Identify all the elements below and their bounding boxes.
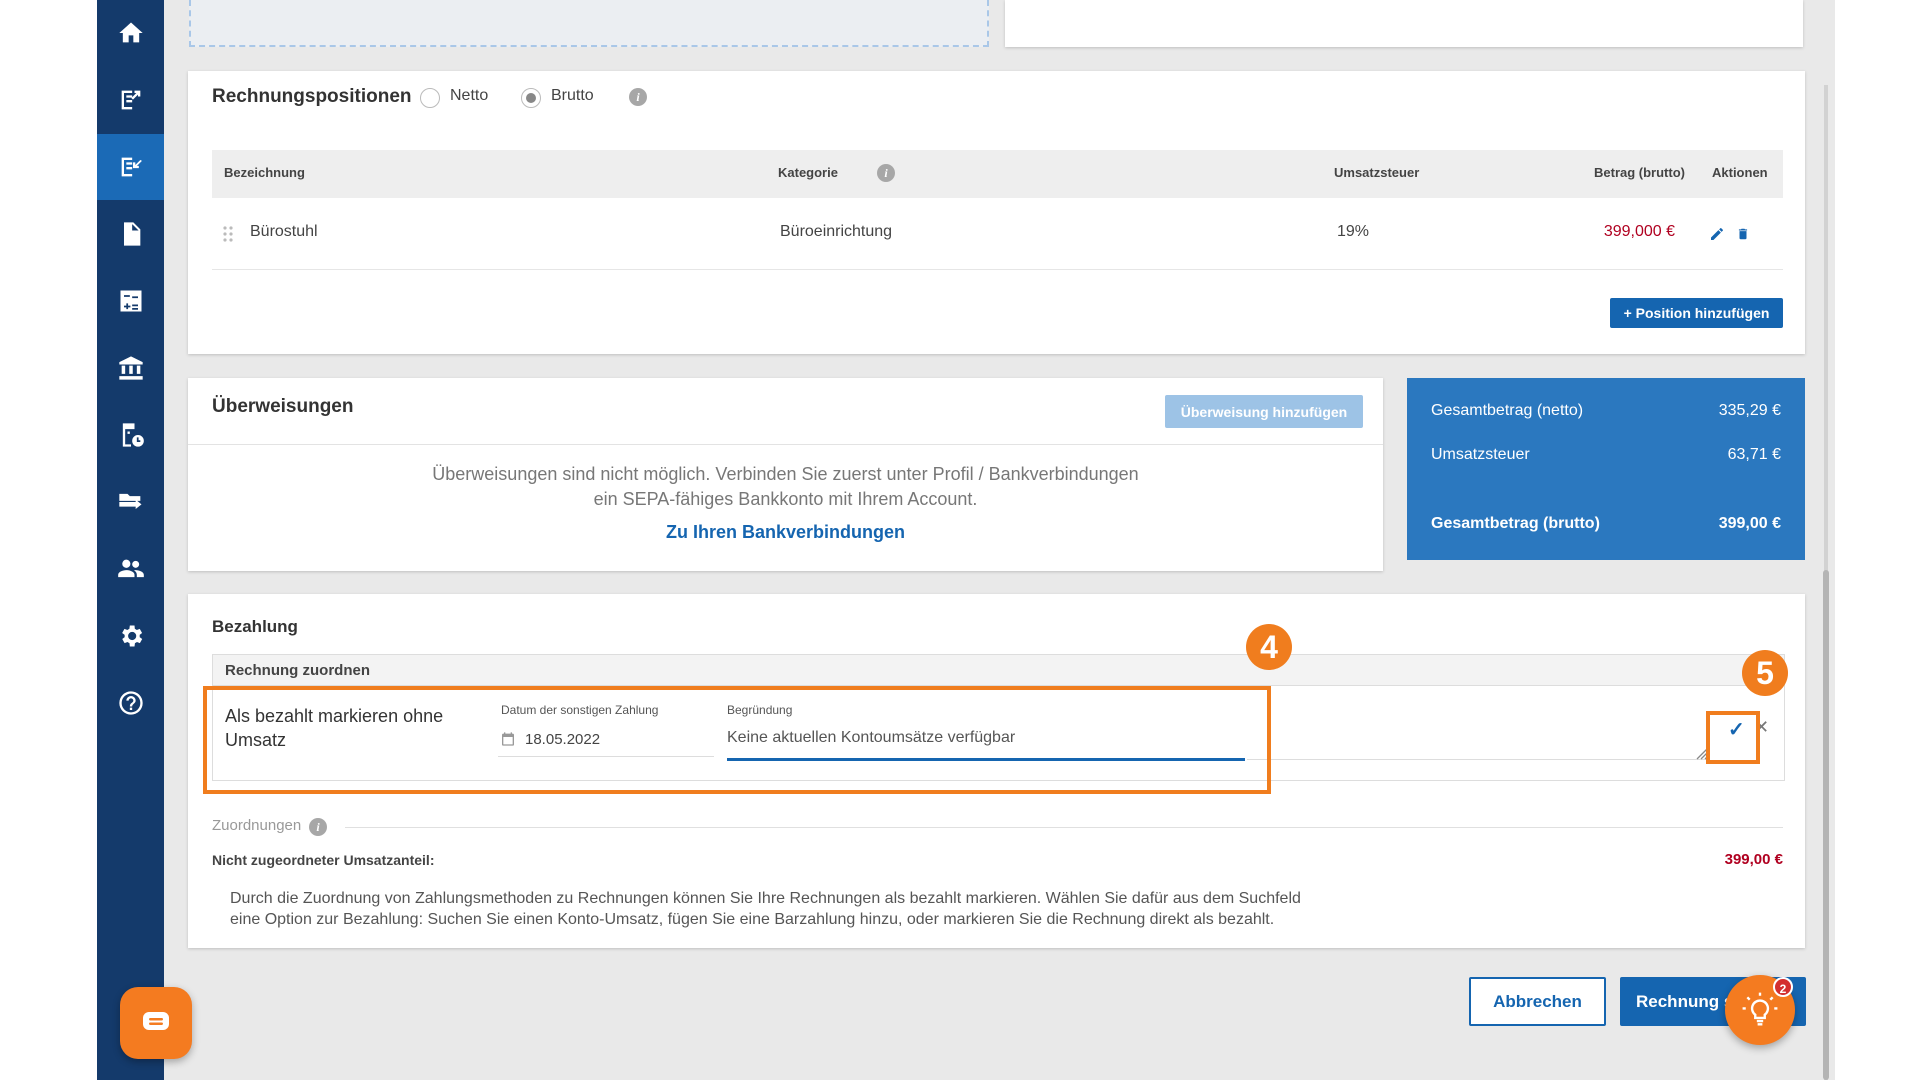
bank-icon — [118, 356, 143, 380]
notification-count-badge: 2 — [1773, 977, 1793, 997]
drag-handle-icon[interactable] — [223, 226, 233, 242]
info-icon[interactable]: i — [629, 88, 647, 106]
row-umsatzsteuer: 19% — [1337, 223, 1370, 240]
payment-title: Bezahlung — [212, 617, 298, 636]
sidebar-item-home[interactable] — [97, 0, 164, 66]
kategorie-info-icon[interactable]: i — [877, 164, 895, 182]
chat-button[interactable] — [120, 987, 192, 1059]
brutto-radio[interactable] — [521, 88, 541, 108]
divider — [188, 444, 1383, 445]
assign-label: Rechnung zuordnen — [225, 662, 370, 679]
total-net-value: 335,29 € — [1718, 402, 1781, 419]
help-icon — [118, 691, 143, 715]
chat-icon — [143, 1012, 169, 1030]
assignments-info-icon[interactable]: i — [309, 818, 327, 836]
gear-icon — [121, 625, 142, 647]
delete-icon[interactable] — [1736, 226, 1750, 242]
top-card — [1005, 0, 1803, 47]
transfers-title: Überweisungen — [212, 396, 354, 417]
highlight-box-step5 — [1706, 711, 1760, 764]
sidebar-item-outgoing-invoices[interactable] — [97, 67, 164, 133]
calculator-icon — [120, 290, 141, 312]
upload-dropzone[interactable] — [189, 0, 989, 47]
transfers-message: Überweisungen sind nicht möglich. Verbin… — [188, 462, 1383, 512]
sidebar-item-receipts[interactable] — [97, 402, 164, 468]
assign-header: Rechnung zuordnen — [213, 655, 1784, 686]
edit-icon[interactable] — [1709, 226, 1725, 242]
sidebar-item-incoming-invoices[interactable] — [97, 134, 164, 200]
assignments-label: Zuordnungen — [212, 817, 302, 834]
sidebar-item-contacts[interactable] — [97, 536, 164, 602]
transfers-message-line2: ein SEPA-fähiges Bankkonto mit Ihrem Acc… — [593, 489, 978, 509]
home-icon — [118, 22, 143, 43]
sidebar-item-settings[interactable] — [97, 603, 164, 669]
unassigned-label: Nicht zugeordneter Umsatzanteil: — [212, 852, 435, 868]
row-kategorie: Büroeinrichtung — [780, 223, 893, 240]
app-window: Rechnungspositionen Netto Brutto i Bezei… — [97, 0, 1835, 1080]
step-4-badge: 4 — [1246, 624, 1292, 670]
receipt-icon — [122, 423, 144, 447]
transfers-card: Überweisungen Überweisung hinzufügen Übe… — [188, 378, 1383, 571]
total-net-row: Gesamtbetrag (netto) 335,29 € — [1431, 402, 1781, 420]
scrollbar-thumb[interactable] — [1823, 570, 1829, 1080]
unassigned-value: 399,00 € — [1724, 851, 1783, 868]
sidebar — [97, 0, 164, 1080]
sidebar-item-documents[interactable] — [97, 201, 164, 267]
document-icon — [123, 222, 140, 246]
col-aktionen: Aktionen — [1712, 165, 1768, 180]
outgoing-invoice-icon — [121, 90, 140, 110]
col-betrag: Betrag (brutto) — [1594, 165, 1685, 180]
total-gross-label: Gesamtbetrag (brutto) — [1431, 515, 1600, 532]
tax-row: Umsatzsteuer 63,71 € — [1431, 446, 1781, 464]
table-row[interactable]: Bürostuhl Büroeinrichtung 19% 399,000 € — [212, 198, 1783, 270]
assignments-divider — [345, 827, 1783, 828]
cancel-button[interactable]: Abbrechen — [1469, 977, 1606, 1026]
table-header: Bezeichnung Kategorie i Umsatzsteuer Bet… — [212, 150, 1783, 198]
tax-label: Umsatzsteuer — [1431, 446, 1530, 463]
totals-panel: Gesamtbetrag (netto) 335,29 € Umsatzsteu… — [1407, 378, 1805, 560]
lightbulb-icon — [1742, 992, 1778, 1026]
payment-help-line2: eine Option zur Bezahlung: Suchen Sie ei… — [230, 911, 1275, 928]
row-betrag: 399,000 € — [1603, 223, 1675, 240]
total-gross-row: Gesamtbetrag (brutto) 399,00 € — [1431, 515, 1781, 533]
users-icon — [117, 559, 144, 578]
col-bezeichnung: Bezeichnung — [224, 165, 305, 180]
total-gross-value: 399,00 € — [1718, 515, 1781, 532]
reason-underline-rest — [1247, 759, 1707, 760]
total-net-label: Gesamtbetrag (netto) — [1431, 402, 1584, 419]
sidebar-item-folders[interactable] — [97, 469, 164, 535]
sidebar-item-calculator[interactable] — [97, 268, 164, 334]
sidebar-item-help[interactable] — [97, 670, 164, 736]
payment-help-line1: Durch die Zuordnung von Zahlungsmethoden… — [230, 890, 1301, 907]
sidebar-item-bank[interactable] — [97, 335, 164, 401]
add-transfer-button[interactable]: Überweisung hinzufügen — [1165, 395, 1363, 428]
step-5-badge: 5 — [1742, 650, 1788, 696]
bank-connections-link[interactable]: Zu Ihren Bankverbindungen — [188, 522, 1383, 543]
incoming-invoice-icon — [121, 157, 142, 177]
highlight-box-step4 — [203, 686, 1271, 794]
invoice-positions-card: Rechnungspositionen Netto Brutto i Bezei… — [188, 71, 1805, 354]
positions-title: Rechnungspositionen — [212, 86, 412, 107]
tax-value: 63,71 € — [1727, 446, 1781, 463]
netto-label: Netto — [450, 87, 489, 104]
payment-help-text: Durch die Zuordnung von Zahlungsmethoden… — [230, 888, 1301, 930]
add-position-button[interactable]: + Position hinzufügen — [1610, 298, 1783, 328]
brutto-label: Brutto — [551, 87, 594, 104]
folder-icon — [118, 493, 141, 509]
tips-button[interactable]: 2 — [1725, 975, 1795, 1045]
col-kategorie: Kategorie — [778, 165, 838, 180]
row-bezeichnung: Bürostuhl — [250, 223, 318, 240]
transfers-message-line1: Überweisungen sind nicht möglich. Verbin… — [432, 464, 1139, 484]
netto-radio[interactable] — [420, 88, 440, 108]
col-umsatzsteuer: Umsatzsteuer — [1334, 165, 1420, 180]
